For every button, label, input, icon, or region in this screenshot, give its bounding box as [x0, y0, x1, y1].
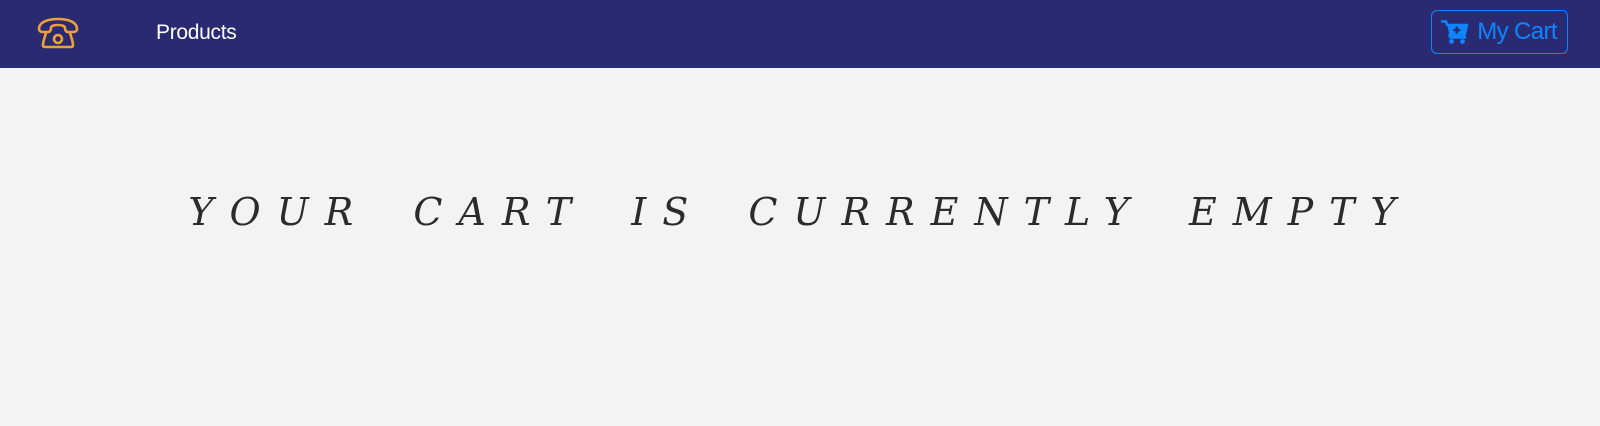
empty-cart-message: YOUR CART IS CURRENTLY EMPTY: [188, 190, 1412, 234]
cart-plus-icon: [1441, 19, 1469, 45]
nav-link-products[interactable]: Products: [156, 18, 237, 48]
telephone-icon[interactable]: [36, 17, 80, 49]
navbar: Products My Cart: [0, 0, 1600, 68]
my-cart-button[interactable]: My Cart: [1431, 10, 1568, 54]
cart-page: YOUR CART IS CURRENTLY EMPTY: [0, 68, 1600, 426]
my-cart-label: My Cart: [1477, 18, 1557, 45]
